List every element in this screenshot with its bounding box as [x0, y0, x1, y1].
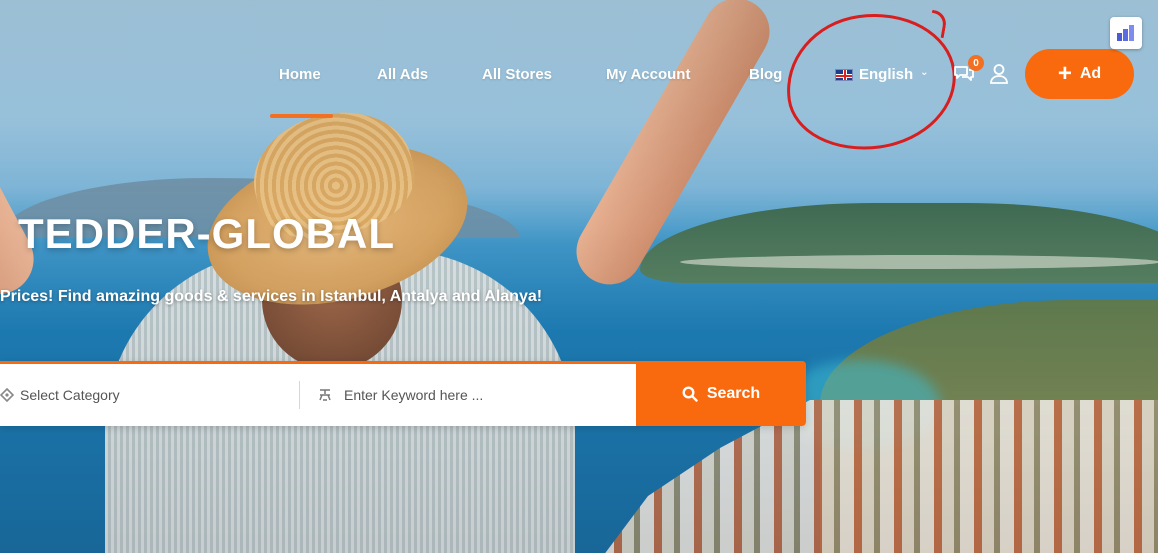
main-nav: Home All Ads All Stores My Account Blog	[0, 52, 1158, 98]
post-ad-button[interactable]: + Ad	[1025, 49, 1134, 99]
message-count-badge: 0	[968, 55, 984, 71]
text-format-icon	[319, 389, 331, 401]
language-selector[interactable]: English ⌄	[835, 66, 929, 83]
keyword-input[interactable]	[344, 387, 614, 403]
keyword-field	[318, 364, 636, 426]
analytics-widget-icon[interactable]	[1110, 17, 1142, 49]
nav-all-ads[interactable]: All Ads	[377, 66, 428, 83]
search-icon	[682, 385, 698, 402]
chevron-down-icon: ⌄	[920, 67, 929, 78]
search-button-label: Search	[706, 384, 761, 402]
search-button[interactable]: Search	[636, 361, 806, 426]
nav-my-account[interactable]: My Account	[606, 66, 690, 83]
nav-home[interactable]: Home	[279, 66, 321, 83]
category-select-label: Select Category	[20, 387, 120, 403]
site-title: TEDDER-GLOBAL	[18, 210, 395, 257]
uk-flag-icon	[835, 68, 853, 81]
language-label: English	[859, 66, 914, 83]
tag-icon	[0, 388, 14, 402]
active-nav-indicator	[270, 114, 333, 118]
category-select[interactable]: Select Category	[0, 364, 300, 426]
plus-icon: +	[1057, 60, 1072, 87]
search-divider	[299, 381, 300, 409]
user-icon[interactable]	[989, 63, 1009, 85]
nav-blog[interactable]: Blog	[749, 66, 782, 83]
search-bar: Select Category Search	[0, 361, 806, 426]
post-ad-label: Ad	[1079, 65, 1102, 82]
hero-tagline: Prices! Find amazing goods & services in…	[0, 288, 543, 305]
nav-all-stores[interactable]: All Stores	[482, 66, 552, 83]
